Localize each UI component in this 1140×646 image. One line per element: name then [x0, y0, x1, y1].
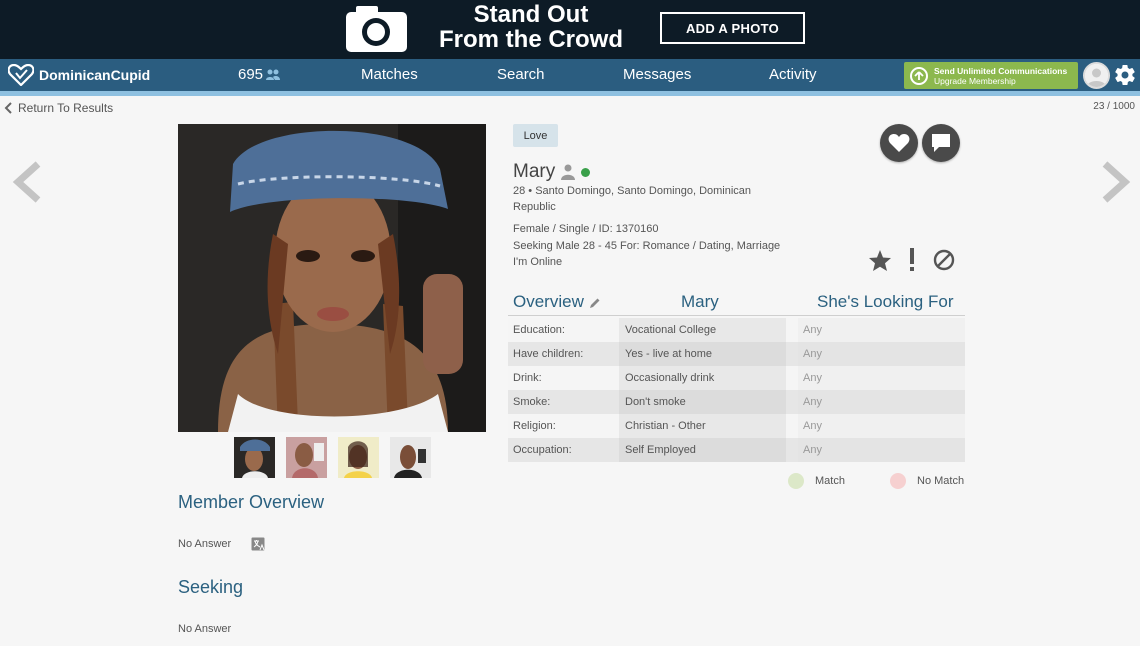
profile-seeking-summary: Seeking Male 28 - 45 For: Romance / Dati…	[513, 240, 781, 252]
send-message-button[interactable]	[922, 124, 960, 162]
row-label: Smoke:	[513, 396, 551, 408]
profile-details: Female / Single / ID: 1370160	[513, 223, 659, 235]
return-to-results-link[interactable]: Return To Results	[4, 101, 113, 115]
table-row: Education: Vocational College Any	[508, 318, 965, 342]
report-exclamation-icon[interactable]	[907, 248, 917, 272]
table-row: Smoke: Don't smoke Any	[508, 390, 965, 414]
upgrade-line2: Upgrade Membership	[934, 75, 1016, 86]
member-overview-title: Member Overview	[178, 492, 325, 512]
site-logo[interactable]: DominicanCupid	[8, 64, 150, 86]
camera-icon	[346, 6, 407, 52]
main-profile-photo[interactable]	[178, 124, 486, 432]
chat-bubble-icon	[932, 134, 950, 152]
row-label: Education:	[513, 324, 565, 336]
tab-overview-label: Overview	[513, 292, 584, 311]
member-overview-text: No Answer	[178, 538, 232, 550]
row-value: Don't smoke	[619, 390, 786, 414]
row-value: Occasionally drink	[619, 366, 786, 390]
user-avatar[interactable]	[1083, 62, 1110, 89]
photo-thumbnail-2[interactable]	[286, 437, 327, 478]
row-label: Religion:	[513, 420, 556, 432]
photo-thumbnail-4[interactable]	[390, 437, 431, 478]
intent-tag: Love	[513, 124, 558, 147]
table-row: Occupation: Self Employed Any	[508, 438, 965, 462]
online-status-dot	[581, 167, 591, 177]
nav-search[interactable]: Search	[497, 66, 545, 83]
row-label: Occupation:	[513, 444, 572, 456]
table-row: Have children: Yes - live at home Any	[508, 342, 965, 366]
tab-overview[interactable]: Overview	[513, 292, 584, 312]
row-value: Vocational College	[619, 318, 786, 342]
online-count[interactable]: 695	[238, 66, 281, 83]
photo-thumbnails	[234, 437, 431, 478]
profile-name-row: Mary	[513, 161, 591, 183]
match-dot	[788, 473, 804, 489]
row-looking: Any	[798, 342, 965, 366]
chevron-left-icon	[4, 102, 12, 114]
photo-thumbnail-3[interactable]	[338, 437, 379, 478]
upgrade-line1: Send Unlimited Communications	[934, 65, 1068, 76]
translate-icon[interactable]	[251, 537, 265, 551]
row-looking: Any	[798, 366, 965, 390]
gear-icon[interactable]	[1113, 63, 1137, 87]
online-count-value: 695	[238, 66, 264, 83]
profile-name: Mary	[513, 161, 556, 182]
legend-no-match: No Match	[890, 473, 964, 489]
seeking-title: Seeking	[178, 577, 244, 597]
result-pager: 23 / 1000	[1093, 101, 1135, 112]
logo-text: DominicanCupid	[39, 67, 151, 83]
nav-messages[interactable]: Messages	[623, 66, 691, 83]
add-photo-button[interactable]: ADD A PHOTO	[660, 12, 805, 44]
table-row: Drink: Occasionally drink Any	[508, 366, 965, 390]
nav-activity[interactable]: Activity	[769, 66, 817, 83]
return-to-results-label: Return To Results	[18, 101, 114, 115]
promo-banner: Stand Out From the Crowd ADD A PHOTO	[0, 0, 1140, 59]
banner-headline-line1: Stand Out	[473, 1, 589, 28]
profile-online-status: I'm Online	[513, 256, 563, 268]
banner-headline-line2: From the Crowd	[439, 26, 623, 53]
tab-member-name: Mary	[681, 292, 719, 311]
row-label: Drink:	[513, 372, 542, 384]
table-row: Religion: Christian - Other Any	[508, 414, 965, 438]
legend-match-label: Match	[815, 475, 845, 487]
row-value: Self Employed	[619, 438, 786, 462]
arrow-up-icon	[910, 66, 928, 85]
favorite-heart-button[interactable]	[880, 124, 918, 162]
nav-stripe	[0, 91, 1140, 96]
table-header-divider	[508, 315, 965, 316]
row-looking: Any	[798, 438, 965, 462]
banner-headline: Stand Out From the Crowd	[436, 2, 626, 52]
row-looking: Any	[798, 318, 965, 342]
tab-looking-for: She's Looking For	[817, 292, 954, 311]
photo-thumbnail-1[interactable]	[234, 437, 275, 478]
nav-matches[interactable]: Matches	[361, 66, 418, 83]
star-icon[interactable]	[869, 250, 891, 271]
row-value: Christian - Other	[619, 414, 786, 438]
profile-photo-image	[178, 124, 486, 432]
legend-match: Match	[788, 473, 845, 489]
row-value: Yes - live at home	[619, 342, 786, 366]
users-icon	[266, 69, 281, 80]
upgrade-membership-button[interactable]: Send Unlimited Communications Upgrade Me…	[904, 62, 1078, 89]
next-profile-arrow-icon[interactable]	[1101, 160, 1131, 204]
previous-profile-arrow-icon[interactable]	[12, 160, 42, 204]
edit-pencil-icon[interactable]	[589, 297, 601, 309]
row-looking: Any	[798, 414, 965, 438]
row-looking: Any	[798, 390, 965, 414]
heart-icon	[888, 134, 910, 152]
user-silhouette-icon	[561, 164, 576, 180]
row-label: Have children:	[513, 348, 584, 360]
heart-logo-icon	[8, 64, 34, 86]
profile-location-line1: 28 • Santo Domingo, Santo Domingo, Domin…	[513, 185, 752, 197]
no-match-dot	[890, 473, 906, 489]
block-icon[interactable]	[933, 249, 955, 271]
profile-location-line2: Republic	[513, 201, 556, 213]
avatar-silhouette-icon	[1085, 64, 1108, 87]
legend-no-match-label: No Match	[917, 475, 965, 487]
seeking-text: No Answer	[178, 623, 232, 635]
